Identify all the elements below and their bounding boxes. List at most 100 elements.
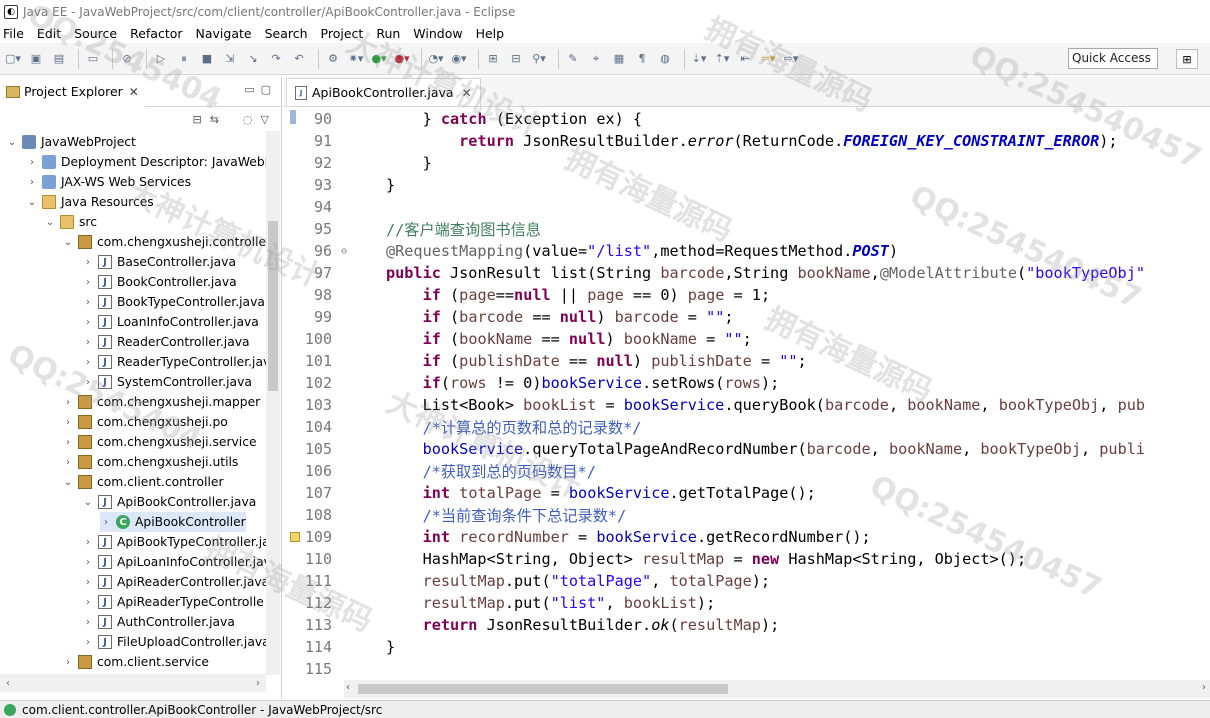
code-line[interactable]: 105 bookService.queryTotalPageAndRecordN… xyxy=(284,438,1210,460)
maximize-icon[interactable]: ▢ xyxy=(261,83,271,96)
chevron-right-icon[interactable]: › xyxy=(82,637,94,648)
chevron-right-icon[interactable]: › xyxy=(82,257,94,268)
fold-toggle-icon[interactable]: ⊖ xyxy=(338,246,350,257)
close-icon[interactable]: ✕ xyxy=(462,86,472,100)
menu-help[interactable]: Help xyxy=(475,26,506,41)
code-line[interactable]: 94 xyxy=(284,196,1210,218)
code-line[interactable]: 93} xyxy=(284,174,1210,196)
last-edit-icon[interactable]: ⇤ xyxy=(736,50,754,68)
terminate-icon[interactable]: ■ xyxy=(198,50,216,68)
step-into-icon[interactable]: ↘ xyxy=(244,50,262,68)
quick-access-input[interactable]: Quick Access xyxy=(1068,48,1158,69)
chevron-down-icon[interactable]: ⌄ xyxy=(62,237,74,248)
code-line[interactable]: 98 if (page==null || page == 0) page = 1… xyxy=(284,284,1210,306)
step-return-icon[interactable]: ↶ xyxy=(290,50,308,68)
chevron-right-icon[interactable]: › xyxy=(82,377,94,388)
chevron-right-icon[interactable]: › xyxy=(82,557,94,568)
collapse-all-icon[interactable]: ⊟ xyxy=(192,113,201,126)
block-select-icon[interactable]: ▦ xyxy=(610,50,628,68)
tree-item[interactable]: › J FileUploadController.java xyxy=(82,632,270,652)
terminal-icon[interactable]: ▭ xyxy=(84,50,102,68)
annotation-icon[interactable]: ✎ xyxy=(564,50,582,68)
code-line[interactable]: 113 return JsonResultBuilder.ok(resultMa… xyxy=(284,614,1210,636)
show-whitespace-icon[interactable]: ¶ xyxy=(633,50,651,68)
code-line[interactable]: 106 /*获取到总的页码数目*/ xyxy=(284,460,1210,482)
save-icon[interactable]: ▣ xyxy=(27,50,45,68)
tree-item[interactable]: › J BookController.java xyxy=(82,272,237,292)
next-annotation-icon[interactable]: ⇣▾ xyxy=(690,50,708,68)
code-line[interactable]: 111 resultMap.put("totalPage", totalPage… xyxy=(284,570,1210,592)
code-line[interactable]: 114} xyxy=(284,636,1210,658)
tree-item[interactable]: › J ApiReaderController.java xyxy=(82,572,269,592)
tree-item[interactable]: › J BaseController.java xyxy=(82,252,236,272)
menu-edit[interactable]: Edit xyxy=(36,26,62,41)
web-browser-icon[interactable]: ◍ xyxy=(656,50,674,68)
focus-icon[interactable]: ◌ xyxy=(243,113,253,126)
menu-refactor[interactable]: Refactor xyxy=(129,26,183,41)
tree-item[interactable]: › J BookTypeController.java xyxy=(82,292,265,312)
chevron-right-icon[interactable]: › xyxy=(62,397,74,408)
new-server-icon[interactable]: ◔▾ xyxy=(427,50,445,68)
close-icon[interactable]: ✕ xyxy=(129,85,139,99)
skip-breakpoints-icon[interactable]: ⊘ xyxy=(118,50,136,68)
code-area[interactable]: 90 } catch (Exception ex) {91 return Jso… xyxy=(284,108,1210,680)
tree-item[interactable]: › J ReaderController.java xyxy=(82,332,250,352)
editor-horizontal-scrollbar[interactable]: ‹ › xyxy=(344,680,1210,698)
chevron-right-icon[interactable]: › xyxy=(62,457,74,468)
perspective-icon[interactable]: ⊞ xyxy=(1176,49,1198,69)
code-line[interactable]: 91 return JsonResultBuilder.error(Return… xyxy=(284,130,1210,152)
tree-item[interactable]: › J LoanInfoController.java xyxy=(82,312,259,332)
new-class-icon[interactable]: ◉▾ xyxy=(450,50,468,68)
chevron-right-icon[interactable]: › xyxy=(62,657,74,668)
menu-source[interactable]: Source xyxy=(73,26,118,41)
server-icon[interactable]: ⚙ xyxy=(324,50,342,68)
scrollbar-thumb[interactable] xyxy=(268,221,278,391)
tree-item[interactable]: ⌄ src xyxy=(44,212,97,232)
open-type-icon[interactable]: ⊞ xyxy=(484,50,502,68)
run-icon[interactable]: ●▾ xyxy=(370,50,388,68)
code-line[interactable]: 115 xyxy=(284,658,1210,680)
tree-item[interactable]: › J ApiBookTypeController.ja xyxy=(82,532,270,552)
previous-annotation-icon[interactable]: ⇡▾ xyxy=(713,50,731,68)
code-line[interactable]: 99 if (barcode == null) barcode = ""; xyxy=(284,306,1210,328)
chevron-down-icon[interactable]: ⌄ xyxy=(26,197,38,208)
tree-item[interactable]: › com.chengxusheji.po xyxy=(62,412,228,432)
tab-project-explorer[interactable]: Project Explorer ✕ xyxy=(0,76,145,107)
tree-item[interactable]: › J AuthController.java xyxy=(82,612,235,632)
scroll-left-icon[interactable]: ‹ xyxy=(6,678,10,689)
open-task-icon[interactable]: ⊟ xyxy=(507,50,525,68)
tree-vertical-scrollbar[interactable] xyxy=(266,131,280,675)
tree-item[interactable]: › J ApiReaderTypeControlle xyxy=(82,592,264,612)
chevron-right-icon[interactable]: › xyxy=(82,337,94,348)
code-line[interactable]: 104 /*计算总的页数和总的记录数*/ xyxy=(284,416,1210,438)
code-line[interactable]: 110 HashMap<String, Object> resultMap = … xyxy=(284,548,1210,570)
new-icon[interactable]: ▢▾ xyxy=(4,50,22,68)
menu-file[interactable]: File xyxy=(2,26,25,41)
tab-api-book-controller[interactable]: J ApiBookController.java ✕ xyxy=(286,78,481,106)
tree-item[interactable]: ⌄ JavaWebProject xyxy=(6,132,136,152)
tree-item[interactable]: ⌄ J ApiBookController.java xyxy=(82,492,256,512)
chevron-right-icon[interactable]: › xyxy=(62,437,74,448)
chevron-down-icon[interactable]: ⌄ xyxy=(62,477,74,488)
tree-item[interactable]: › J ApiLoanInfoController.jav xyxy=(82,552,271,572)
tree-item[interactable]: › com.chengxusheji.service xyxy=(62,432,257,452)
chevron-right-icon[interactable]: › xyxy=(82,537,94,548)
pin-icon[interactable]: ⌖ xyxy=(587,50,605,68)
menu-run[interactable]: Run xyxy=(375,26,401,41)
back-icon[interactable]: ⇦▾ xyxy=(759,50,777,68)
external-tools-icon[interactable]: ●▾ xyxy=(393,50,411,68)
chevron-right-icon[interactable]: › xyxy=(82,577,94,588)
chevron-right-icon[interactable]: › xyxy=(26,157,38,168)
tree-item[interactable]: › Deployment Descriptor: JavaWebP xyxy=(26,152,272,172)
warning-marker-icon[interactable] xyxy=(290,532,300,542)
tree-horizontal-scrollbar[interactable]: ‹ › xyxy=(0,674,266,692)
menu-window[interactable]: Window xyxy=(412,26,463,41)
suspend-icon[interactable]: ⏸ xyxy=(175,50,193,68)
scroll-right-icon[interactable]: › xyxy=(256,678,260,689)
tree-item[interactable]: › C ApiBookController xyxy=(100,512,246,532)
save-all-icon[interactable]: ▤ xyxy=(50,50,68,68)
forward-icon[interactable]: ⇨▾ xyxy=(782,50,800,68)
chevron-right-icon[interactable]: › xyxy=(100,517,112,528)
step-over-icon[interactable]: ↷ xyxy=(267,50,285,68)
minimize-icon[interactable]: ▭ xyxy=(244,83,254,96)
